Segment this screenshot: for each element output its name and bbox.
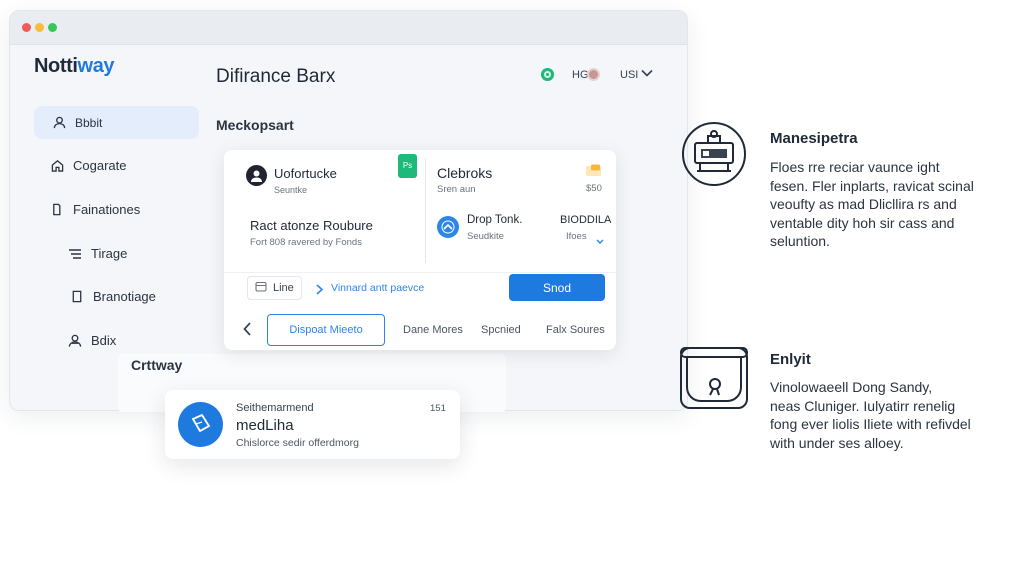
category-amount: $50 [586,183,602,194]
close-window-button[interactable] [22,23,31,32]
user-name[interactable]: USI [620,69,638,81]
status-badge: Ps [398,154,417,178]
section-title: Meckopsart [216,117,294,133]
right-section-line: Vinolowaeell Dong Sandy, [770,379,933,395]
item-code: BIODDILA [560,214,612,226]
transfer-icon [437,216,459,238]
offer-title: Ract atonze Roubure [250,218,373,233]
item-title: Drop Tonk. [467,214,523,226]
right-section-title: Manesipetra [770,130,858,147]
right-section-line: neas Cluniger. Iulyatirr renelig [770,397,956,414]
app-logo: Nottiway [34,55,115,78]
footer-link-specified[interactable]: Spcnied [481,324,521,336]
minimize-window-button[interactable] [35,23,44,32]
popup-time: 151 [430,403,446,414]
people-icon [68,334,82,348]
right-section-line: fong ever liolis Iliete with refivdel [770,416,971,432]
page-title: Difirance Barx [216,66,336,87]
avatar[interactable] [587,68,600,81]
chevron-left-icon[interactable] [243,322,252,341]
play-icon [316,282,324,300]
sidebar-item-label: Fainationes [73,202,141,217]
home-icon [50,159,64,173]
document-icon [178,402,223,447]
line-chip[interactable]: Line [247,276,302,300]
sidebar-footer-label: Crttway [131,357,183,373]
card-divider-horizontal [224,272,616,273]
right-section-line: veoufty as mad Dlicllira rs and [770,196,957,212]
popup-title: Seithemarmend [236,402,314,414]
chevron-down-icon[interactable] [641,66,653,80]
lock-bag-icon [679,346,749,415]
popup-name: medLiha [236,417,294,434]
brand-main: Notti [34,55,78,77]
right-section-title: Enlyit [770,351,811,368]
right-section-line: Floes rre reciar vaunce ight [770,159,940,175]
send-button[interactable]: Snod [509,274,605,301]
transaction-card: Uofortucke Seuntke Ract atonze Roubure F… [224,150,616,350]
chevron-down-icon[interactable] [596,232,604,250]
brand-accent: way [77,55,115,77]
sidebar-item-label: Cogarate [73,158,127,173]
printer-icon [681,121,747,192]
list-icon [68,247,82,261]
right-section-body: Floes rre reciar vaunce ight fesen. Fler… [770,158,995,251]
sidebar-item-bdix[interactable]: Bdix [68,333,116,348]
dispatch-dropdown[interactable]: Dispoat Mieeto [267,314,385,346]
right-section-body: Vinolowaeell Dong Sandy, neas Cluniger. … [770,378,995,452]
sidebar-item-tirage[interactable]: Tirage [68,246,127,261]
account-sub: Seuntke [274,185,308,195]
sidebar-item-label: Tirage [91,246,128,261]
sidebar-item-label: Bdix [91,333,117,348]
sidebar-item-branotiage[interactable]: Branotiage [70,289,156,304]
wallet-icon [585,164,602,182]
card-divider [425,158,426,263]
account-avatar-icon [246,165,267,186]
notification-popup[interactable]: Seithemarmend medLiha Chislorce sedir of… [165,390,460,459]
right-section-line: ventable dity hoh sir cass and [770,214,955,231]
item-link[interactable]: Ifoes [566,231,587,242]
status-text: HG [572,69,589,81]
sidebar-item-fainationes[interactable]: Fainationes [50,202,140,217]
offer-desc: Fort 808 ravered by Fonds [250,237,362,248]
category-sub: Sren aun [437,184,476,195]
tag-icon [50,203,64,217]
item-sub: Seudkite [467,231,504,242]
shield-icon [70,290,84,304]
category-title: Clebroks [437,165,493,181]
title-bar [10,11,687,45]
sidebar-item-label: Branotiage [93,289,156,304]
sidebar-item-cogarate[interactable]: Cogarate [50,158,126,173]
right-section-line: with under ses alloey. [770,434,904,451]
calendar-icon [255,279,267,297]
person-icon [52,116,66,130]
footer-link-more[interactable]: Dane Mores [403,324,463,336]
popup-desc: Chislorce sedir offerdmorg [236,437,359,449]
sidebar-item-bbbit[interactable]: Bbbit [34,106,199,139]
advance-link[interactable]: Vinnard antt paevce [331,282,424,294]
status-icon [541,68,554,81]
account-name: Uofortucke [274,166,337,181]
right-section-line: fesen. Fler inplarts, ravicat scinal [770,177,974,194]
right-section-line: seluntion. [770,233,830,249]
line-chip-label: Line [273,282,294,294]
footer-link-sources[interactable]: Falx Soures [546,324,605,336]
sidebar-item-label: Bbbit [75,115,103,130]
maximize-window-button[interactable] [48,23,57,32]
